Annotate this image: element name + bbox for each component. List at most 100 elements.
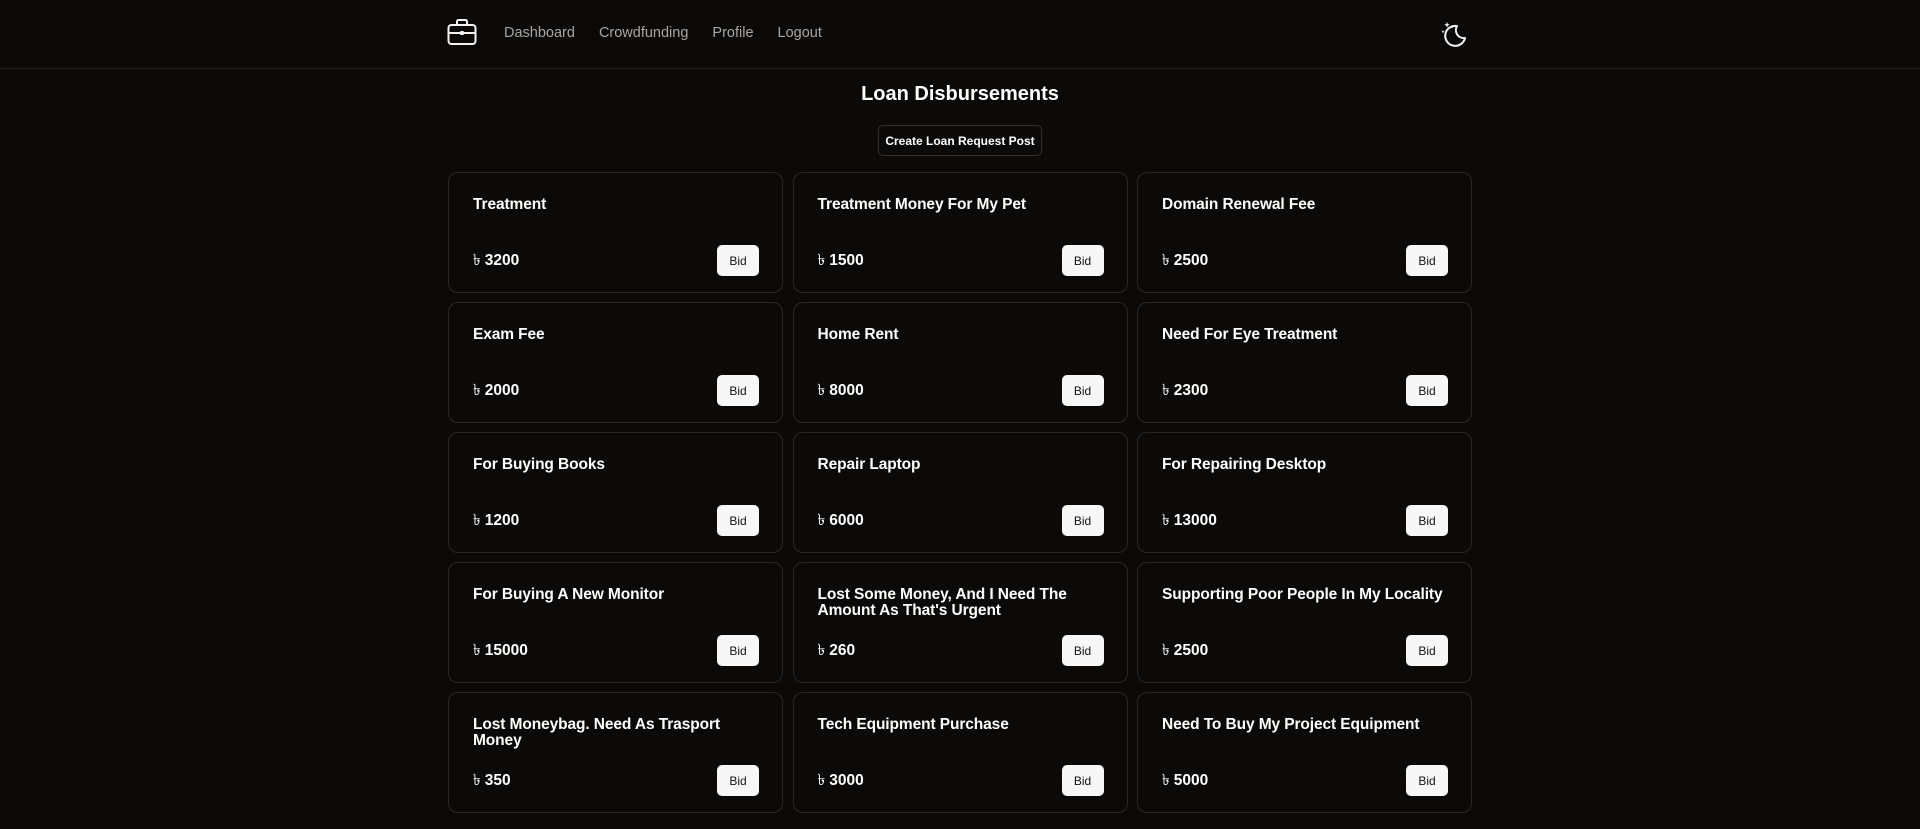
- loan-card: Domain Renewal Fee ৳ 2500 Bid: [1137, 172, 1472, 293]
- loan-amount: ৳ 6000: [818, 508, 864, 534]
- loan-amount: ৳ 260: [818, 638, 856, 664]
- loan-amount: ৳ 13000: [1162, 508, 1217, 534]
- loan-amount-value: 2300: [1173, 381, 1209, 399]
- bid-button[interactable]: Bid: [1406, 375, 1448, 406]
- briefcase-icon[interactable]: [447, 18, 477, 46]
- bid-button[interactable]: Bid: [1061, 635, 1104, 666]
- loan-card: Supporting Poor People In My Locality ৳ 25…: [1137, 562, 1472, 683]
- loan-card-footer: ৳ 3200 Bid: [473, 245, 759, 276]
- loan-card: For Buying A New Monitor ৳ 15000 Bid: [448, 562, 783, 683]
- loan-card-title: For Repairing Desktop: [1162, 456, 1327, 473]
- loan-card-footer: ৳ 260 Bid: [818, 635, 1104, 666]
- loan-amount: ৳ 3000: [818, 768, 864, 794]
- nav-crowdfunding[interactable]: Crowdfunding: [599, 25, 688, 41]
- loan-card-footer: ৳ 2500 Bid: [1162, 245, 1448, 276]
- loan-amount: ৳ 1200: [473, 508, 519, 534]
- loan-card-title: Need For Eye Treatment: [1162, 326, 1338, 343]
- loan-amount: ৳ 2500: [1162, 248, 1208, 274]
- loan-amount-value: 2500: [1173, 251, 1209, 269]
- loan-card-title: For Buying A New Monitor: [473, 586, 665, 603]
- loan-card-title: Treatment: [473, 196, 547, 213]
- loan-card-footer: ৳ 6000 Bid: [818, 505, 1104, 536]
- bid-button[interactable]: Bid: [1406, 635, 1448, 666]
- nav-dashboard[interactable]: Dashboard: [504, 25, 575, 41]
- currency-symbol: ৳: [1162, 641, 1170, 659]
- loan-amount-value: 1500: [829, 251, 864, 269]
- currency-symbol: ৳: [817, 511, 826, 529]
- loan-card-title: Tech Equipment Purchase: [817, 716, 1009, 733]
- loan-card: Treatment ৳ 3200 Bid: [448, 172, 783, 293]
- loan-amount: ৳ 3200: [473, 248, 519, 274]
- create-loan-request-button[interactable]: Create Loan Request Post: [878, 125, 1042, 156]
- loan-amount-value: 2000: [484, 381, 520, 399]
- loan-amount: ৳ 2300: [1162, 378, 1208, 404]
- loan-card-footer: ৳ 2300 Bid: [1162, 375, 1448, 406]
- loan-amount: ৳ 350: [473, 768, 511, 794]
- loan-amount-value: 2500: [1173, 641, 1209, 659]
- loan-card: Repair Laptop ৳ 6000 Bid: [792, 432, 1128, 553]
- loan-card-title: Exam Fee: [473, 326, 545, 343]
- loan-card-footer: ৳ 5000 Bid: [1162, 765, 1448, 796]
- bid-button[interactable]: Bid: [1061, 765, 1104, 796]
- currency-symbol: ৳: [1162, 381, 1170, 399]
- currency-symbol: ৳: [473, 641, 481, 659]
- bid-button[interactable]: Bid: [717, 245, 759, 276]
- loan-card-title: Home Rent: [817, 326, 899, 343]
- loan-card-footer: ৳ 3000 Bid: [818, 765, 1104, 796]
- loan-card-title: Need To Buy My Project Equipment: [1162, 716, 1420, 733]
- currency-symbol: ৳: [473, 251, 481, 269]
- loan-card-footer: ৳ 350 Bid: [473, 765, 759, 796]
- loan-card-footer: ৳ 1200 Bid: [473, 505, 759, 536]
- loan-card-title: Lost Moneybag. Need As Trasport Money: [473, 716, 720, 749]
- bid-button[interactable]: Bid: [717, 635, 759, 666]
- top-navbar: Dashboard Crowdfunding Profile Logout: [0, 0, 1920, 69]
- loan-card: For Buying Books ৳ 1200 Bid: [448, 432, 783, 553]
- loan-card: For Repairing Desktop ৳ 13000 Bid: [1137, 432, 1472, 553]
- bid-button[interactable]: Bid: [1061, 245, 1104, 276]
- loan-amount: ৳ 8000: [818, 378, 864, 404]
- loan-card-footer: ৳ 13000 Bid: [1162, 505, 1448, 536]
- loan-amount: ৳ 5000: [1162, 768, 1208, 794]
- nav-profile[interactable]: Profile: [712, 25, 753, 41]
- loan-card: Need To Buy My Project Equipment ৳ 5000 Bid: [1137, 692, 1472, 813]
- loan-card-footer: ৳ 8000 Bid: [818, 375, 1104, 406]
- nav-logout[interactable]: Logout: [778, 25, 822, 41]
- loan-card-grid: Treatment ৳ 3200 Bid Treatment Money For My …: [448, 172, 1472, 813]
- loan-amount-value: 350: [484, 771, 511, 789]
- main-nav: Dashboard Crowdfunding Profile Logout: [504, 25, 822, 41]
- bid-button[interactable]: Bid: [1061, 505, 1104, 536]
- loan-card: Exam Fee ৳ 2000 Bid: [448, 302, 783, 423]
- currency-symbol: ৳: [817, 381, 826, 399]
- currency-symbol: ৳: [817, 251, 826, 269]
- bid-button[interactable]: Bid: [1061, 375, 1104, 406]
- loan-amount-value: 3200: [484, 251, 520, 269]
- loan-card-title: Lost Some Money, And I Need The Amount A…: [817, 586, 1067, 619]
- loan-amount-value: 8000: [829, 381, 864, 399]
- bid-button[interactable]: Bid: [1406, 245, 1448, 276]
- bid-button[interactable]: Bid: [717, 505, 759, 536]
- loan-card-title: Domain Renewal Fee: [1162, 196, 1316, 213]
- bid-button[interactable]: Bid: [717, 765, 759, 796]
- loan-card: Lost Some Money, And I Need The Amount A…: [792, 562, 1128, 683]
- currency-symbol: ৳: [817, 771, 826, 789]
- bid-button[interactable]: Bid: [1406, 505, 1448, 536]
- loan-amount: ৳ 2500: [1162, 638, 1208, 664]
- loan-card: Home Rent ৳ 8000 Bid: [792, 302, 1128, 423]
- loan-card: Tech Equipment Purchase ৳ 3000 Bid: [792, 692, 1128, 813]
- moon-stars-icon[interactable]: [1440, 20, 1467, 47]
- loan-amount-value: 3000: [829, 771, 864, 789]
- loan-amount-value: 260: [829, 641, 856, 659]
- loan-card: Need For Eye Treatment ৳ 2300 Bid: [1137, 302, 1472, 423]
- loan-amount: ৳ 15000: [473, 638, 528, 664]
- loan-card: Lost Moneybag. Need As Trasport Money ৳ 35…: [448, 692, 783, 813]
- loan-card-title: Treatment Money For My Pet: [817, 196, 1027, 213]
- loan-card: Treatment Money For My Pet ৳ 1500 Bid: [792, 172, 1128, 293]
- bid-button[interactable]: Bid: [1406, 765, 1448, 796]
- bid-button[interactable]: Bid: [717, 375, 759, 406]
- currency-symbol: ৳: [1162, 511, 1170, 529]
- loan-card-title: For Buying Books: [473, 456, 605, 473]
- loan-card-footer: ৳ 2500 Bid: [1162, 635, 1448, 666]
- currency-symbol: ৳: [473, 771, 481, 789]
- loan-amount-value: 5000: [1173, 771, 1209, 789]
- currency-symbol: ৳: [817, 641, 826, 659]
